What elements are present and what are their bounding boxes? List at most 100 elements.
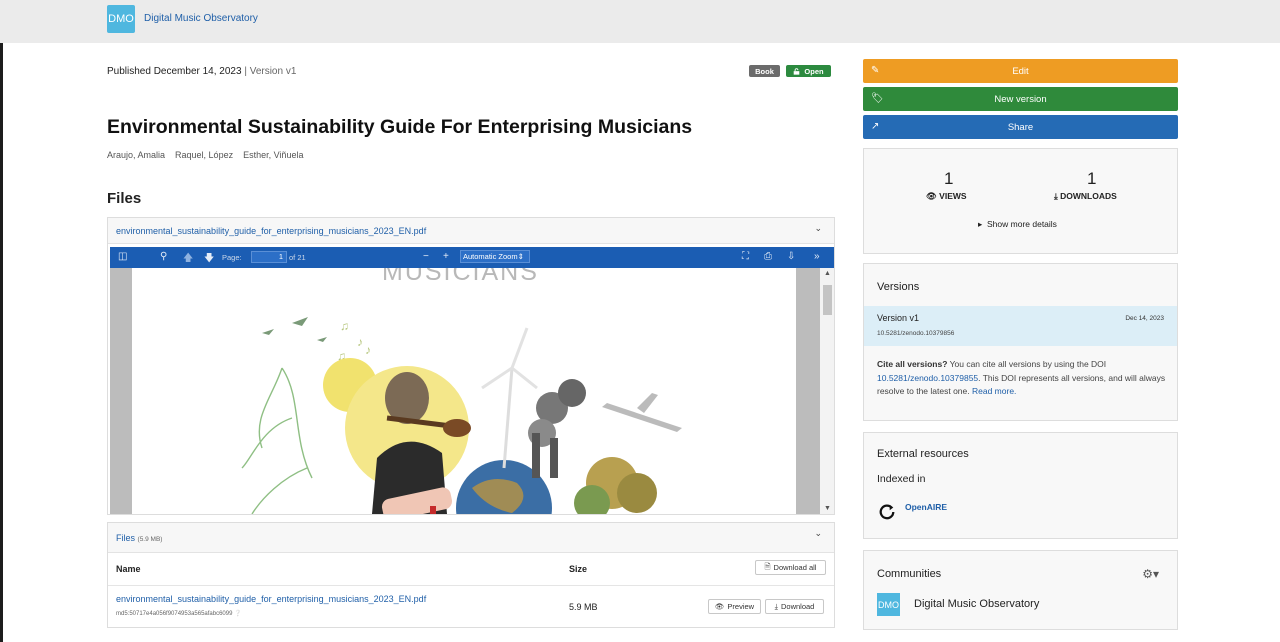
version-label: | Version v1 [244,66,297,77]
page-label: Page: [222,253,242,262]
publication-info: Published December 14, 2023 | Version v1 [107,66,296,77]
version-doi: 10.5281/zenodo.10379856 [877,330,955,337]
published-date: December 14, 2023 [153,66,242,77]
column-header-size: Size [569,564,588,574]
file-name-link[interactable]: environmental_sustainability_guide_for_e… [116,594,426,604]
next-page-icon[interactable]: 🡇 [204,251,214,268]
file-icon: 🗎 [764,562,771,571]
preview-filename[interactable]: environmental_sustainability_guide_for_e… [116,226,426,236]
new-version-label: New version [994,93,1047,105]
author-item[interactable]: Raquel, López [175,150,233,160]
more-tools-icon[interactable]: » [814,251,820,262]
edit-button[interactable]: ✎ Edit [863,59,1178,83]
scroll-down-icon[interactable]: ▼ [824,505,831,512]
downloads-label-text: DOWNLOADS [1060,191,1117,201]
unlock-icon [794,67,800,75]
version-date: Dec 14, 2023 [1125,315,1164,322]
external-resources-title: External resources [877,448,969,460]
share-button[interactable]: ↗ Share [863,115,1178,139]
downloads-label: ⤓ DOWNLOADS [1054,191,1117,202]
download-button[interactable]: ⤓ Download [765,599,824,614]
pdf-scrollbar[interactable]: ▲ ▼ [820,268,834,514]
show-more-details-toggle[interactable]: ▸ Show more details [978,219,1057,230]
new-version-button[interactable]: 🏷 New version [863,87,1178,111]
versions-panel: Versions Version v1 Dec 14, 2023 10.5281… [863,263,1178,421]
svg-text:♪: ♪ [365,343,371,357]
versions-title: Versions [877,281,920,293]
page-total: of 21 [289,253,306,262]
sidebar-toggle-icon[interactable]: ◫ [118,251,127,262]
download-all-label: Download all [773,563,817,572]
scroll-thumb[interactable] [823,285,832,315]
files-table-header[interactable]: Files (5.9 MB) ⌄ [108,523,834,553]
version-name[interactable]: Version v1 [877,313,919,323]
edit-icon: ✎ [871,65,880,76]
record-title: Environmental Sustainability Guide For E… [107,116,693,138]
access-badge: Open [786,65,831,77]
row-divider [108,585,834,586]
page-number-input[interactable]: 1 [251,251,287,263]
svg-text:♪: ♪ [357,335,363,349]
zoom-in-icon[interactable]: + [443,251,449,262]
cite-bold: Cite all versions? [877,359,948,369]
author-list: Araujo, Amalia Raquel, López Esther, Viñ… [107,150,303,160]
download-label: Download [780,602,815,611]
community-name[interactable]: Digital Music Observatory [914,598,1039,610]
author-item[interactable]: Araujo, Amalia [107,150,165,160]
stats-panel: 1 👁 VIEWS 1 ⤓ DOWNLOADS ▸ Show more deta… [863,148,1178,254]
views-count: 1 [944,169,954,188]
files-table-panel: Files (5.9 MB) ⌄ Name Size 🗎 Download al… [107,522,835,628]
external-resources-panel: External resources Indexed in OpenAIRE [863,432,1178,539]
chevron-down-icon[interactable]: ⌄ [814,528,822,539]
pdf-page: MUSICIANS ♫♪♫♪♪ [132,268,796,514]
svg-text:♫: ♫ [340,319,349,333]
eye-icon: 👁 [714,602,725,611]
views-label-text: VIEWS [939,191,967,201]
eye-icon: 👁 [926,191,937,201]
preview-button[interactable]: 👁 Preview [708,599,761,614]
author-item[interactable]: Esther, Viñuela [243,150,303,160]
download-icon: ⤓ [1054,191,1058,201]
top-header: DMO Digital Music Observatory [0,0,1280,43]
download-icon: ⤓ [774,601,778,611]
pdf-viewer[interactable]: MUSICIANS ♫♪♫♪♪ [110,268,834,514]
show-more-label: Show more details [987,219,1057,229]
download-all-button[interactable]: 🗎 Download all [755,560,826,575]
read-more-link[interactable]: Read more. [972,386,1016,396]
version-item[interactable]: Version v1 Dec 14, 2023 10.5281/zenodo.1… [864,306,1177,346]
scroll-up-icon[interactable]: ▲ [824,270,831,277]
zoom-value: Automatic Zoom [463,252,518,261]
files-total-size: (5.9 MB) [137,536,163,543]
community-logo[interactable]: DMO [877,593,900,616]
files-label-text: Files [116,533,136,543]
file-checksum: md5:50717e4a056f9074953a565afabc6099 ❔ [116,610,242,617]
caret-right-icon: ▸ [978,219,983,229]
previous-page-icon[interactable]: 🡅 [183,251,193,268]
print-icon[interactable]: ⎙ [764,251,772,262]
column-header-name: Name [116,564,141,574]
communities-title: Communities [877,568,942,580]
help-icon[interactable]: ❔ [234,611,241,617]
cover-illustration: ♫♪♫♪♪ [241,317,682,514]
published-label: Published [107,66,151,77]
site-name-link[interactable]: Digital Music Observatory [144,13,258,24]
gear-icon[interactable]: ⚙▾ [1142,567,1159,581]
openaire-link[interactable]: OpenAIRE [905,502,947,512]
site-logo[interactable]: DMO [107,5,135,33]
files-label: Files (5.9 MB) [116,533,162,543]
checksum-text: md5:50717e4a056f9074953a565afabc6099 [116,611,233,617]
share-icon: ↗ [871,121,880,132]
save-icon[interactable]: ⇩ [787,251,795,262]
preview-header[interactable]: environmental_sustainability_guide_for_e… [108,218,834,244]
chevron-down-icon[interactable]: ⌄ [814,223,822,234]
cite-all-versions: Cite all versions? You can cite all vers… [877,358,1169,399]
share-label: Share [1007,121,1034,133]
concept-doi-link[interactable]: 10.5281/zenodo.10379855 [877,373,978,383]
file-preview-panel: environmental_sustainability_guide_for_e… [107,217,835,515]
zoom-select[interactable]: Automatic Zoom⇕ [460,250,530,263]
fullscreen-icon[interactable]: ⛶ [742,251,749,262]
search-icon[interactable]: ⚲ [160,251,167,262]
indexed-in-label: Indexed in [877,473,926,485]
pdf-toolbar: ◫ ⚲ 🡅 🡇 Page: 1 of 21 − + Automatic Zoom… [110,247,834,268]
zoom-out-icon[interactable]: − [423,251,429,262]
